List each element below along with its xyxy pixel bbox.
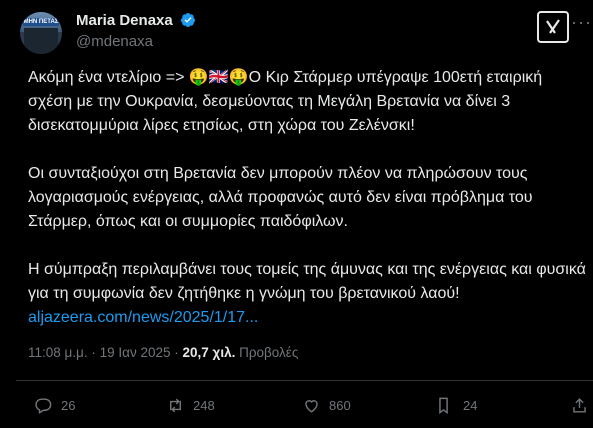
bookmark-button[interactable]: 24 (436, 396, 477, 415)
tweet-paragraph-1: Ακόμη ένα ντελίριο => 🤑🇬🇧🤑Ο Κιρ Στάρμερ … (28, 69, 543, 134)
avatar-banner-text: ΜΗΝ ΠΕΤΑΣ (23, 18, 59, 26)
author-name[interactable]: Maria Denaxa (76, 12, 173, 29)
divider (16, 380, 593, 381)
repost-icon (170, 398, 181, 413)
share-button[interactable] (570, 396, 593, 415)
reply-button[interactable]: 26 (34, 396, 75, 415)
tweet-time[interactable]: 11:08 μ.μ. (28, 345, 88, 360)
tweet-meta: 11:08 μ.μ. · 19 Ιαν 2025 · 20,7 χιλ. Προ… (28, 345, 298, 360)
author-handle[interactable]: @mdenaxa (76, 33, 153, 50)
meta-separator: · (174, 345, 179, 360)
repost-count: 248 (193, 398, 215, 413)
verified-badge-icon (180, 13, 195, 27)
reply-count: 26 (61, 398, 76, 413)
grok-icon[interactable] (537, 11, 569, 43)
like-button[interactable]: 860 (302, 396, 351, 415)
article-link[interactable]: aljazeera.com/news/2025/1/17... (28, 306, 588, 330)
views-count: 20,7 χιλ. (182, 345, 236, 360)
views-label: Προβολές (239, 345, 299, 360)
avatar[interactable]: ΜΗΝ ΠΕΤΑΣ (20, 12, 62, 54)
repost-button[interactable]: 248 (166, 396, 215, 415)
like-count: 860 (329, 398, 351, 413)
bookmark-count: 24 (463, 398, 478, 413)
tweet-text: Ακόμη ένα ντελίριο => 🤑🇬🇧🤑Ο Κιρ Στάρμερ … (28, 66, 588, 330)
meta-separator: · (91, 345, 96, 360)
tweet-paragraph-2: Οι συνταξιούχοι στη Βρετανία δεν μπορούν… (28, 165, 533, 230)
more-icon[interactable]: ··· (571, 12, 592, 33)
like-icon (305, 400, 318, 413)
share-icon (573, 398, 586, 413)
tweet-paragraph-3: Η σύμπραξη περιλαμβάνει τους τομείς της … (28, 261, 586, 302)
bookmark-icon (439, 397, 448, 415)
tweet-date[interactable]: 19 Ιαν 2025 (100, 345, 171, 360)
reply-icon (35, 398, 52, 414)
